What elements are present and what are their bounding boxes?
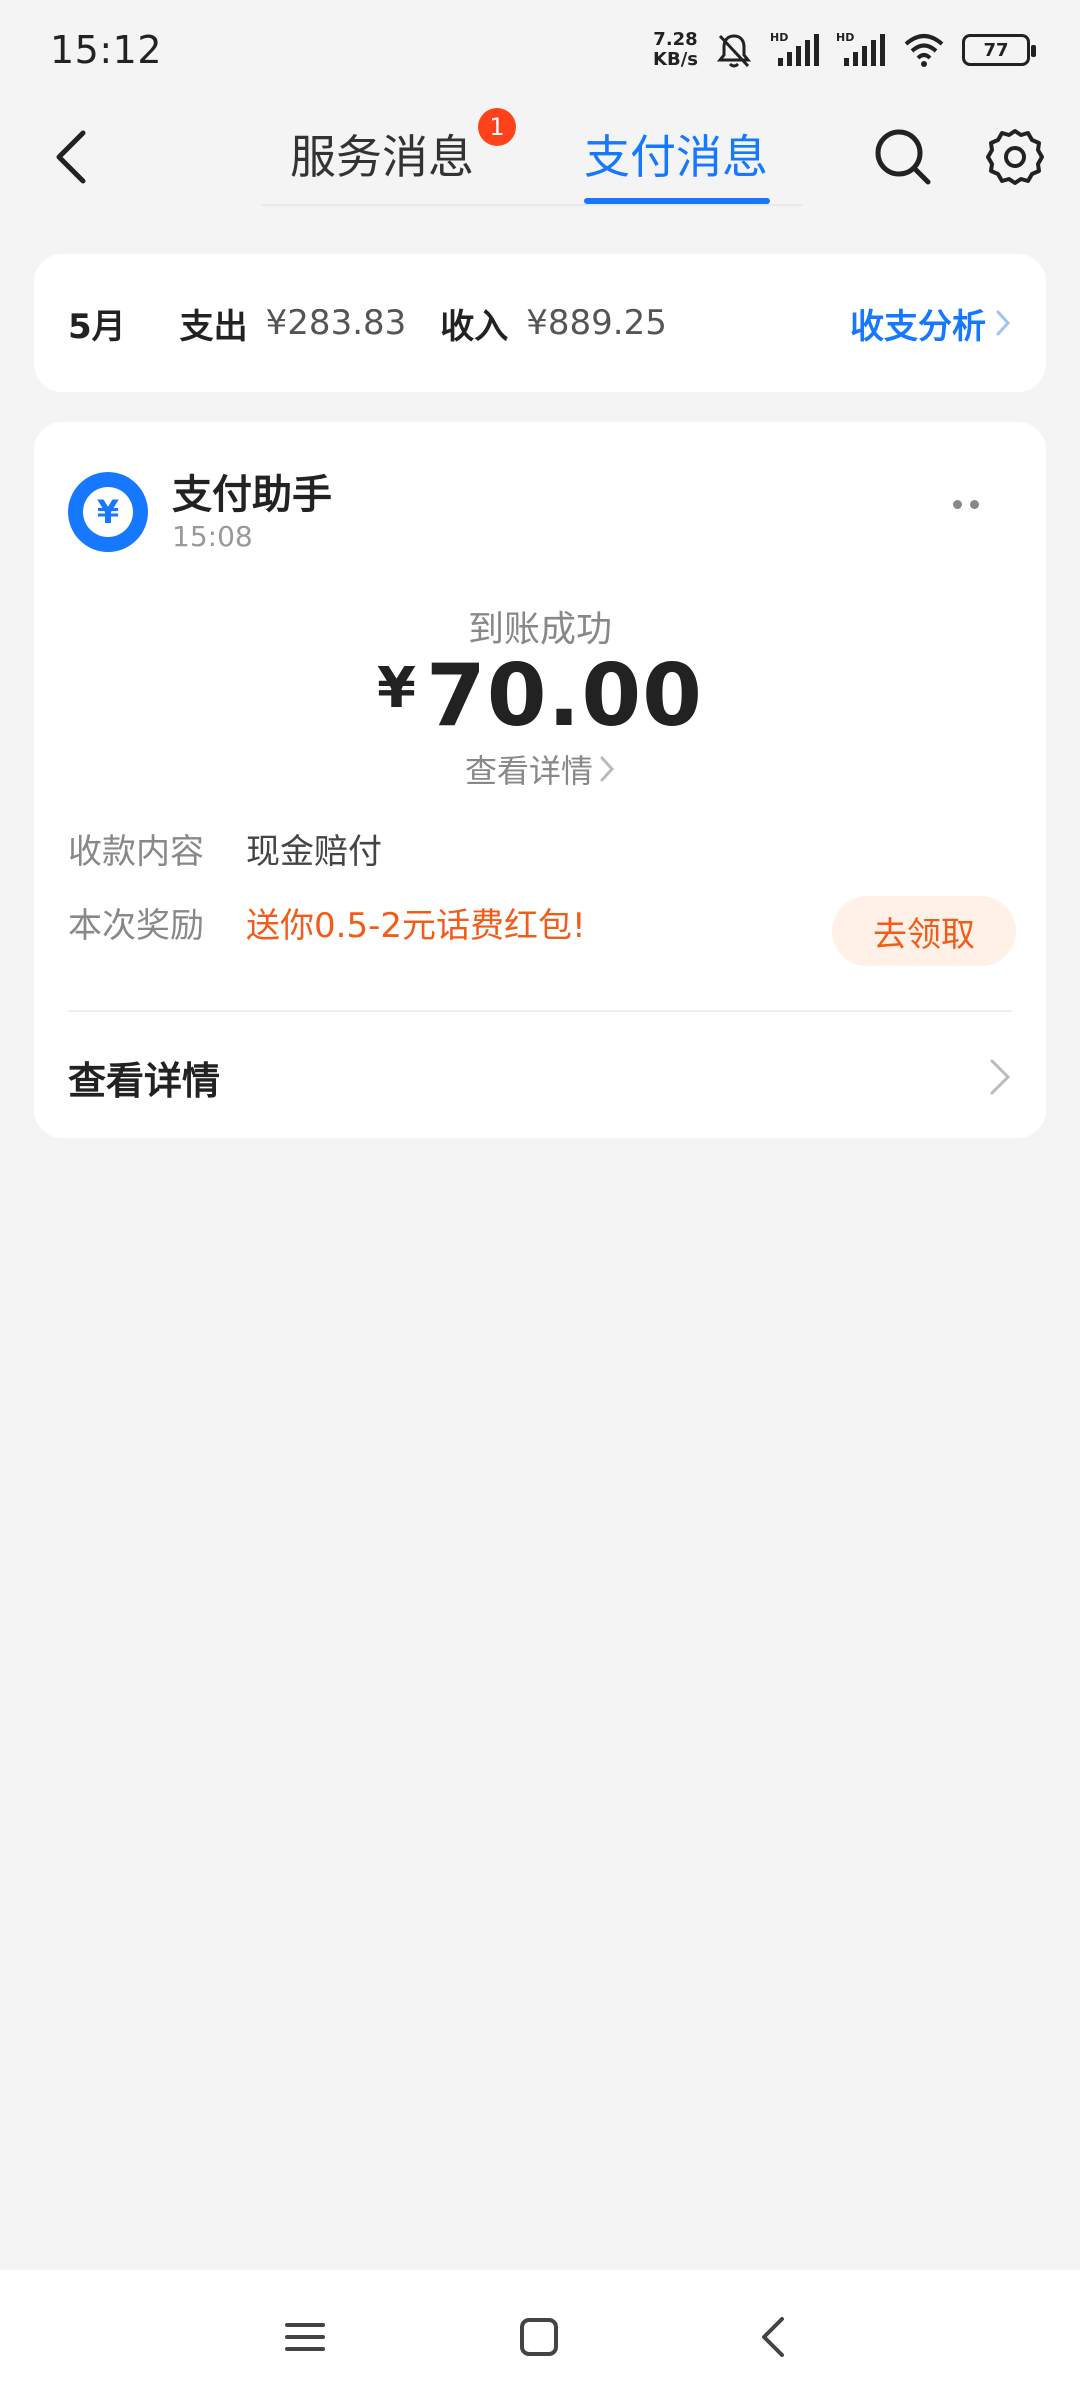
- field-row-content: 收款内容 现金赔付: [68, 824, 382, 873]
- summary-month: 5月: [68, 306, 126, 347]
- divider: [68, 1010, 1012, 1012]
- active-tab-indicator: [584, 198, 770, 204]
- square-icon: [520, 2318, 558, 2356]
- net-speed-unit: KB/s: [653, 49, 698, 70]
- field-row-reward: 本次奖励 送你0.5-2元话费红包!: [68, 898, 586, 947]
- settings-button[interactable]: [980, 122, 1050, 192]
- more-dots-icon: [953, 499, 962, 509]
- chevron-right-icon: [600, 756, 615, 782]
- tab-service-messages[interactable]: 服务消息: [290, 122, 474, 192]
- analysis-link[interactable]: 收支分析: [850, 299, 1012, 348]
- message-time: 15:08: [172, 520, 253, 553]
- net-speed: 7.28 KB/s: [653, 30, 698, 70]
- expense-label: 支出: [179, 306, 248, 347]
- income-value: ¥889.25: [526, 303, 667, 343]
- payment-message-card: ¥ 支付助手 15:08 到账成功 ¥70.00 查看详情 收款内容 现金赔付 …: [34, 422, 1046, 1138]
- nav-bar: 服务消息 1 支付消息: [0, 100, 1080, 220]
- chevron-left-icon: [762, 2317, 784, 2357]
- reward-value: 送你0.5-2元话费红包!: [246, 906, 586, 946]
- status-time: 15:12: [50, 28, 163, 72]
- hd-signal-icon: HD: [770, 31, 819, 66]
- claim-button[interactable]: 去领取: [832, 896, 1016, 966]
- net-speed-value: 7.28: [653, 29, 698, 50]
- field-label: 本次奖励: [68, 906, 204, 946]
- currency-symbol: ¥: [377, 656, 416, 721]
- view-detail-small-label: 查看详情: [464, 752, 593, 790]
- monthly-summary-card: 5月 支出 ¥283.83 收入 ¥889.25 收支分析: [34, 254, 1046, 392]
- field-label: 收款内容: [68, 832, 204, 872]
- recent-apps-button[interactable]: [270, 2302, 340, 2372]
- system-navigation-bar: [0, 2270, 1080, 2400]
- hd-signal-icon: HD: [836, 31, 885, 66]
- battery-icon: 77: [962, 34, 1036, 66]
- unread-badge: 1: [478, 108, 516, 146]
- view-detail-row[interactable]: 查看详情: [68, 1042, 1012, 1112]
- more-dots-icon: [970, 499, 979, 509]
- battery-level: 77: [983, 39, 1009, 61]
- tab-payment-messages[interactable]: 支付消息: [584, 122, 768, 192]
- chevron-right-icon: [990, 1059, 1011, 1095]
- sender-avatar: ¥: [68, 472, 148, 552]
- amount-value: 70.00: [425, 646, 703, 746]
- yuan-icon: ¥: [83, 487, 133, 537]
- expense-value: ¥283.83: [265, 303, 407, 343]
- svg-text:HD: HD: [770, 31, 788, 44]
- view-detail-link[interactable]: 查看详情: [34, 746, 1046, 792]
- sender-name: 支付助手: [172, 472, 332, 518]
- svg-text:HD: HD: [836, 31, 854, 44]
- payment-amount: ¥70.00: [34, 646, 1046, 746]
- status-bar: 15:12 7.28 KB/s HD HD 77: [0, 0, 1080, 100]
- analysis-label: 收支分析: [850, 306, 986, 347]
- system-back-button[interactable]: [738, 2302, 808, 2372]
- wifi-icon: [904, 34, 944, 67]
- chevron-left-icon: [56, 130, 86, 184]
- field-value: 现金赔付: [246, 832, 382, 872]
- income-label: 收入: [440, 306, 509, 347]
- gear-icon: [986, 129, 1044, 185]
- more-options-button[interactable]: [936, 484, 996, 524]
- mute-bell-icon: [716, 34, 752, 68]
- chevron-right-icon: [996, 310, 1011, 336]
- payment-status: 到账成功: [467, 609, 612, 650]
- home-button[interactable]: [504, 2302, 574, 2372]
- search-icon: [875, 129, 931, 185]
- tab-track: [262, 204, 802, 206]
- search-button[interactable]: [868, 122, 938, 192]
- view-detail-label: 查看详情: [68, 1058, 221, 1103]
- back-button[interactable]: [36, 122, 106, 192]
- status-icons: 7.28 KB/s HD HD 77: [653, 30, 1036, 70]
- menu-icon: [285, 2323, 325, 2351]
